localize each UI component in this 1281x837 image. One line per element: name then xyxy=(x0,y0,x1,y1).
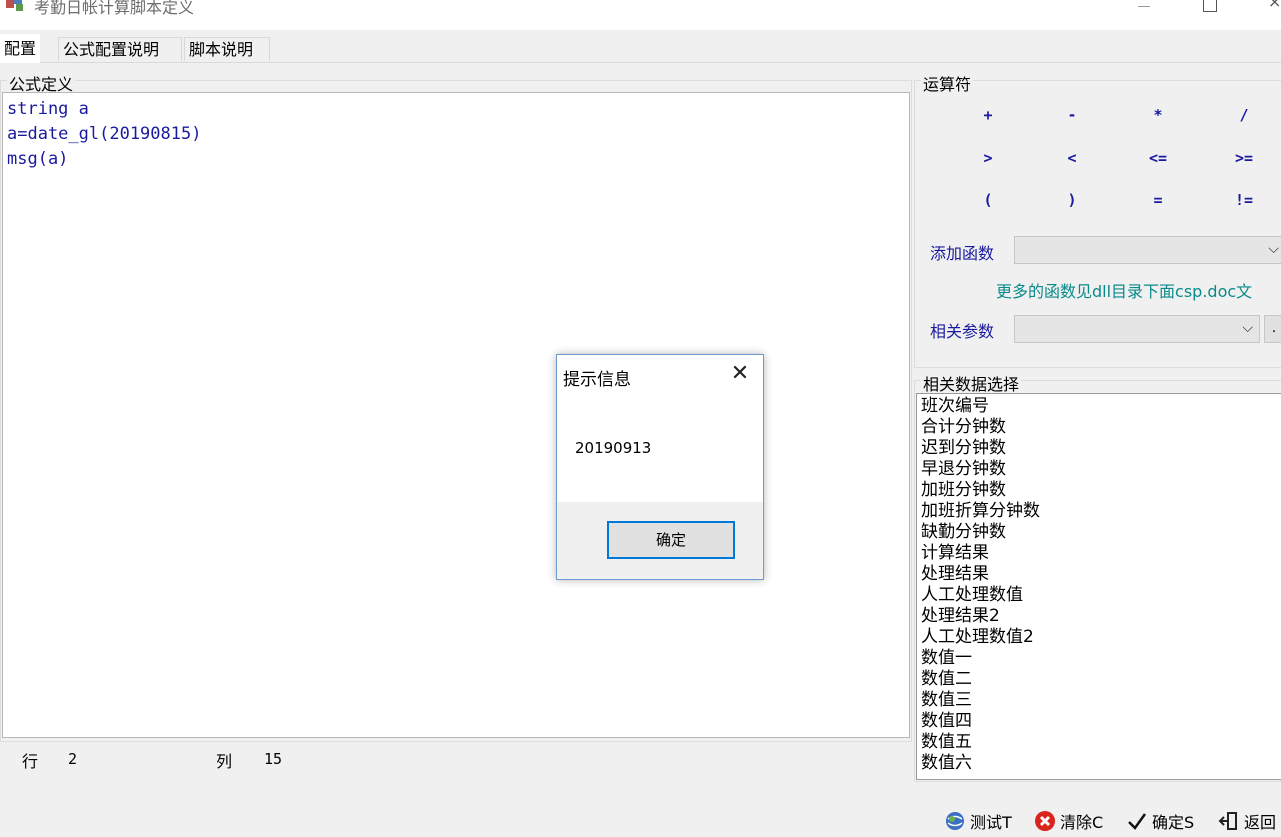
code-line: string a xyxy=(7,99,89,119)
formula-editor[interactable]: string a a=date_gl(20190815) msg(a) xyxy=(2,92,910,738)
tab-formula-help[interactable]: 公式配置说明 xyxy=(58,37,182,61)
operator-minus[interactable]: - xyxy=(1042,106,1102,124)
list-item[interactable]: 数值二 xyxy=(921,669,1281,690)
chevron-down-icon: ⌵ xyxy=(1268,241,1279,257)
list-item[interactable]: 数值四 xyxy=(921,711,1281,732)
operator-less-equal[interactable]: <= xyxy=(1128,149,1188,167)
clear-button[interactable]: 清除C xyxy=(1034,808,1103,834)
back-button-label: 返回 xyxy=(1244,813,1277,832)
list-item[interactable]: 缺勤分钟数 xyxy=(921,522,1281,543)
operators-group-title: 运算符 xyxy=(921,71,974,95)
related-params-label: 相关参数 xyxy=(930,322,995,341)
globe-icon xyxy=(944,810,966,832)
list-item[interactable]: 数值三 xyxy=(921,690,1281,711)
dialog-close-button[interactable]: ✕ xyxy=(727,361,753,387)
list-item[interactable]: 计算结果 xyxy=(921,543,1281,564)
dialog-footer: 确定 xyxy=(557,502,763,579)
list-item[interactable]: 人工处理数值 xyxy=(921,585,1281,606)
test-button[interactable]: 测试T xyxy=(944,808,1012,834)
add-function-label: 添加函数 xyxy=(930,244,995,263)
window-title: 考勤日帐计算脚本定义 xyxy=(34,0,195,17)
tab-script-help[interactable]: 脚本说明 xyxy=(184,37,270,61)
operator-greater-equal[interactable]: >= xyxy=(1214,149,1274,167)
maximize-button[interactable] xyxy=(1203,0,1217,12)
exit-door-icon xyxy=(1218,810,1240,832)
dialog-message: 20190913 xyxy=(575,439,652,457)
operator-not-equal[interactable]: != xyxy=(1214,191,1274,209)
data-select-group-title: 相关数据选择 xyxy=(921,371,1022,395)
add-function-select[interactable]: ⌵ xyxy=(1014,236,1281,264)
operator-open-paren[interactable]: ( xyxy=(958,191,1018,209)
title-bar: 考勤日帐计算脚本定义 × xyxy=(0,0,1281,30)
checkmark-icon xyxy=(1126,810,1148,832)
tab-bar: 配置 公式配置说明 脚本说明 xyxy=(0,34,1281,63)
clear-button-label: 清除C xyxy=(1060,813,1104,832)
operator-close-paren[interactable]: ) xyxy=(1042,191,1102,209)
list-item[interactable]: 处理结果2 xyxy=(921,606,1281,627)
list-item[interactable]: 人工处理数值2 xyxy=(921,627,1281,648)
dialog-title: 提示信息 xyxy=(563,370,631,390)
test-button-label: 测试T xyxy=(970,813,1012,832)
list-item[interactable]: 加班折算分钟数 xyxy=(921,501,1281,522)
list-item[interactable]: 早退分钟数 xyxy=(921,459,1281,480)
list-item[interactable]: 数值六 xyxy=(921,753,1281,774)
operator-less[interactable]: < xyxy=(1042,149,1102,167)
message-dialog: 提示信息 ✕ 20190913 确定 xyxy=(556,354,764,580)
cursor-status: 行 2 列 15 xyxy=(0,745,908,775)
back-button[interactable]: 返回 xyxy=(1218,808,1276,834)
window-close-button[interactable]: × xyxy=(1268,0,1281,12)
list-item[interactable]: 处理结果 xyxy=(921,564,1281,585)
operator-greater[interactable]: > xyxy=(958,149,1018,167)
row-label: 行 xyxy=(22,752,39,771)
row-value: 2 xyxy=(68,750,78,768)
delete-icon xyxy=(1034,810,1056,832)
list-item[interactable]: 合计分钟数 xyxy=(921,417,1281,438)
chevron-down-icon: ⌵ xyxy=(1242,320,1253,336)
tab-config[interactable]: 配置 xyxy=(0,34,41,63)
more-functions-note: 更多的函数见dll目录下面csp.doc文 xyxy=(996,282,1253,301)
params-browse-button[interactable]: . xyxy=(1264,315,1281,343)
code-line: msg(a) xyxy=(7,149,69,169)
list-item[interactable]: 班次编号 xyxy=(921,396,1281,417)
confirm-button-label: 确定S xyxy=(1152,813,1195,832)
column-value: 15 xyxy=(264,750,283,768)
app-icon xyxy=(4,0,28,14)
dialog-ok-button[interactable]: 确定 xyxy=(607,521,735,559)
code-line: a=date_gl(20190815) xyxy=(7,124,202,144)
confirm-button[interactable]: 确定S xyxy=(1126,808,1194,834)
related-params-select[interactable]: ⌵ xyxy=(1014,315,1260,343)
operator-plus[interactable]: + xyxy=(958,106,1018,124)
list-item[interactable]: 迟到分钟数 xyxy=(921,438,1281,459)
minimize-button[interactable] xyxy=(1134,0,1154,10)
column-label: 列 xyxy=(216,752,233,771)
list-item[interactable]: 加班分钟数 xyxy=(921,480,1281,501)
list-item[interactable]: 数值一 xyxy=(921,648,1281,669)
operator-multiply[interactable]: * xyxy=(1128,106,1188,124)
operator-equal[interactable]: = xyxy=(1128,191,1188,209)
list-item[interactable]: 数值五 xyxy=(921,732,1281,753)
operator-divide[interactable]: / xyxy=(1214,106,1274,124)
data-select-list[interactable]: 班次编号 合计分钟数 迟到分钟数 早退分钟数 加班分钟数 加班折算分钟数 缺勤分… xyxy=(916,393,1281,780)
